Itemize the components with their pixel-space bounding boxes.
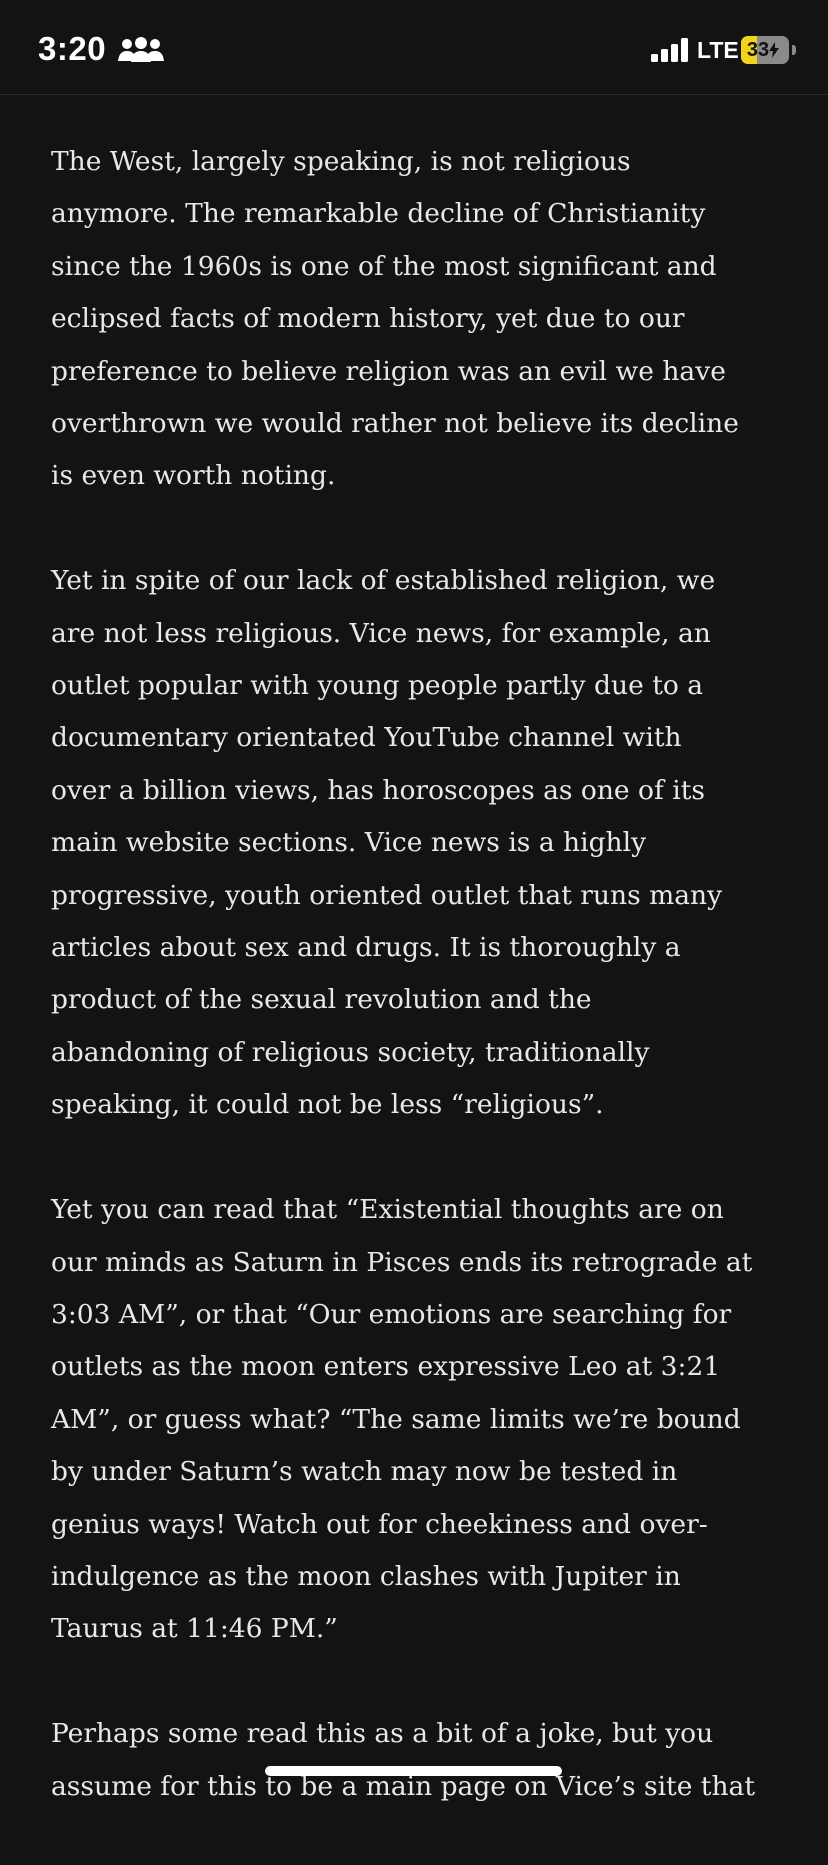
network-label: LTE (697, 37, 739, 63)
article-paragraph: Yet in spite of our lack of established … (51, 565, 723, 1121)
charging-bolt-icon (769, 42, 780, 58)
article-paragraph: Yet you can read that “Existential thoug… (51, 1194, 753, 1645)
article-paragraph: The West, largely speaking, is not relig… (51, 146, 739, 492)
battery-percent: 33 (741, 37, 785, 63)
people-icon (118, 37, 164, 62)
home-indicator[interactable] (265, 1766, 562, 1776)
signal-icon (651, 38, 688, 62)
status-bar: 3:20 LTE 33 (0, 0, 828, 95)
article-body: The West, largely speaking, is not relig… (51, 136, 791, 1865)
article-paragraph: Perhaps some read this as a bit of a jok… (51, 1718, 755, 1802)
battery-icon: 33 (741, 36, 796, 64)
status-time: 3:20 (38, 30, 107, 67)
